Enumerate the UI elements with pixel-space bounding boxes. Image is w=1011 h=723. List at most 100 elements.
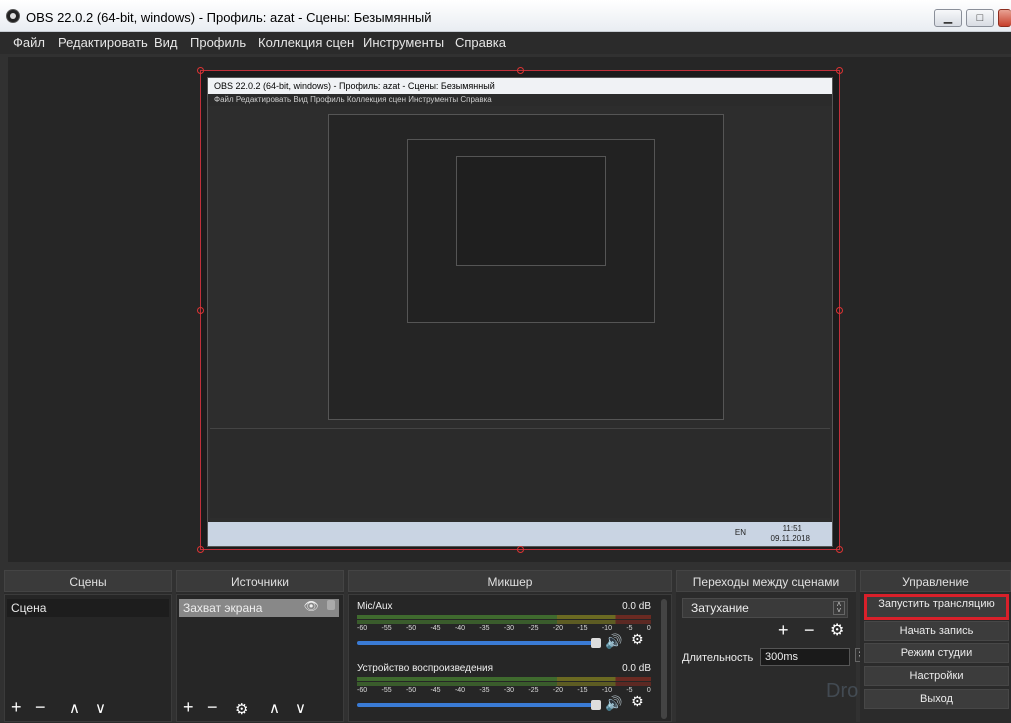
resize-handle-tl[interactable] [197,67,204,74]
source-item[interactable]: Захват экрана 👁 [179,599,339,617]
transition-gear-icon[interactable]: ⚙ [830,620,844,640]
meter-tick-label: -20 [552,625,563,632]
meter-tick-label: -15 [577,625,588,632]
menu-edit[interactable]: Редактировать [58,35,148,50]
nested-time: 11:51 [782,524,802,533]
channel-db: 0.0 dB [622,663,651,674]
obs-window: OBS 22.0.2 (64-bit, windows) - Профиль: … [0,0,1011,722]
volume-slider-knob[interactable] [591,638,601,648]
source-item-label: Захват экрана [183,601,263,615]
meter-tick-label: -30 [503,625,515,632]
start-streaming-button[interactable]: Запустить трансляцию [864,594,1009,620]
visibility-eye-icon[interactable]: 👁 [304,599,319,613]
nested-menu: Файл Редактировать Вид Профиль Коллекция… [208,94,832,106]
exit-button[interactable]: Выход [864,689,1009,709]
nested-obs-window: OBS 22.0.2 (64-bit, windows) - Профиль: … [207,77,833,547]
source-settings-gear-icon[interactable]: ⚙ [235,700,248,718]
resize-handle-right[interactable] [836,307,843,314]
meter-tick-label: -25 [528,687,539,694]
level-meter [357,620,651,624]
volume-slider[interactable] [357,703,597,707]
studio-mode-button[interactable]: Режим студии [864,643,1009,663]
add-source-icon[interactable]: + [183,697,194,718]
scenes-dock: Сцены Сцена + − ∧ ∨ [4,570,172,722]
move-down-icon[interactable]: ∨ [95,699,106,717]
resize-handle-top[interactable] [517,67,524,74]
maximize-button[interactable]: □ [966,9,994,27]
channel-gear-icon[interactable]: ⚙ [631,693,644,710]
volume-slider[interactable] [357,641,597,645]
remove-scene-icon[interactable]: − [35,697,46,718]
move-up-icon[interactable]: ∧ [69,699,80,717]
add-transition-icon[interactable]: + [778,620,789,641]
menu-tools[interactable]: Инструменты [363,35,444,50]
preview-canvas[interactable]: OBS 22.0.2 (64-bit, windows) - Профиль: … [8,57,1011,562]
mixer-channel-desktop: Устройство воспроизведения 0.0 dB -60 -55… [355,663,651,723]
meter-tick-label: -35 [479,687,490,694]
channel-db: 0.0 dB [622,601,651,612]
window-title: OBS 22.0.2 (64-bit, windows) - Профиль: … [26,10,432,25]
nested-title: OBS 22.0.2 (64-bit, windows) - Профиль: … [208,78,832,94]
settings-button[interactable]: Настройки [864,666,1009,686]
resize-handle-tr[interactable] [836,67,843,74]
minimize-button[interactable]: ▁ [934,9,962,27]
captured-screen-source[interactable]: OBS 22.0.2 (64-bit, windows) - Профиль: … [197,67,843,553]
resize-handle-left[interactable] [197,307,204,314]
channel-name: Mic/Aux [357,601,393,612]
nested-lang: EN [734,528,746,537]
resize-handle-bottom[interactable] [517,546,524,553]
nested-preview-4 [456,156,606,266]
controls-dock: Управление Запустить трансляцию Начать з… [860,570,1011,722]
sources-header: Источники [176,570,344,592]
start-recording-button[interactable]: Начать запись [864,621,1009,641]
level-meter [357,682,651,686]
mixer-channels: Mic/Aux 0.0 dB -60 -55 -50 -45 -40 -35 -30 -25 -… [348,594,672,722]
menu-profile[interactable]: Профиль [190,35,246,50]
duration-label: Длительность [682,652,754,664]
menu-scene-collection[interactable]: Коллекция сцен [258,35,354,50]
volume-slider-knob[interactable] [591,700,601,710]
nested-preview-2 [328,114,724,420]
meter-tick-label: -55 [381,625,392,632]
scenes-header: Сцены [4,570,172,592]
meter-tick-label: 0 [646,687,651,694]
channel-gear-icon[interactable]: ⚙ [631,631,644,648]
scene-item[interactable]: Сцена [7,599,169,617]
speaker-icon[interactable]: 🔊 [605,695,622,712]
remove-transition-icon[interactable]: − [804,620,815,641]
lock-icon[interactable] [327,600,335,610]
select-arrows-icon: ˄ ˅ [833,601,845,615]
mixer-header: Микшер [348,570,672,592]
nested-date: 09.11.2018 [770,534,810,543]
nested-docks [210,428,830,518]
move-up-icon[interactable]: ∧ [269,699,280,717]
meter-tick-label: -50 [405,625,417,632]
move-down-icon[interactable]: ∨ [295,699,306,717]
transition-select[interactable]: Затухание ˄ ˅ [682,598,848,618]
obs-logo-icon [6,9,20,23]
meter-tick-label: -30 [503,687,515,694]
sources-dock: Источники Захват экрана 👁 + − ⚙ ∧ ∨ [176,570,344,722]
duration-field[interactable]: 300ms ˄˅ [760,648,867,666]
meter-tick-label: -35 [479,625,490,632]
meter-tick-label: -45 [430,625,441,632]
sources-list: Захват экрана 👁 + − ⚙ ∧ ∨ [176,594,344,722]
controls-header: Управление [860,570,1011,592]
level-meter [357,677,651,681]
meter-tick-label: -45 [430,687,441,694]
menu-view[interactable]: Вид [154,35,178,50]
meter-tick-label: -25 [528,625,539,632]
speaker-icon[interactable]: 🔊 [605,633,622,650]
mixer-scrollbar[interactable] [661,599,667,719]
watermark: Dro [826,680,859,702]
remove-source-icon[interactable]: − [207,697,218,718]
meter-tick-label: -55 [381,687,392,694]
menu-help[interactable]: Справка [455,35,506,50]
resize-handle-br[interactable] [836,546,843,553]
resize-handle-bl[interactable] [197,546,204,553]
menu-file[interactable]: Файл [13,35,45,50]
close-button[interactable] [998,9,1011,27]
add-scene-icon[interactable]: + [11,697,22,718]
meter-tick-label: -15 [577,687,588,694]
nested-preview-3 [407,139,655,323]
